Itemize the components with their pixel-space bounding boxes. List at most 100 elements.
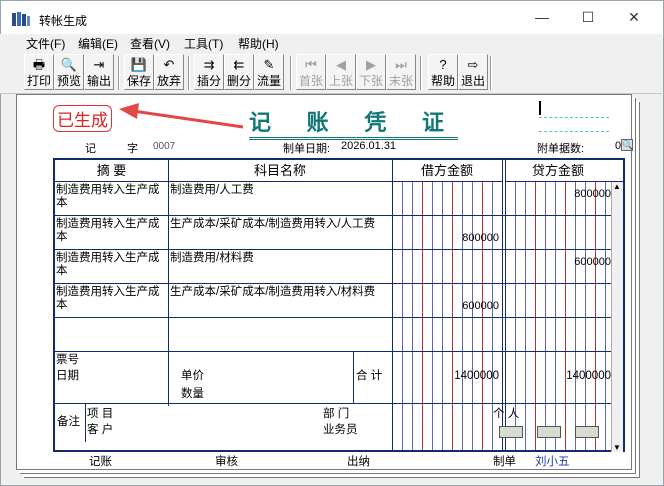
toolbar-button-3[interactable]: ⇥ 输出 <box>84 54 114 90</box>
voucher-type[interactable]: 记 <box>85 140 96 156</box>
header-debit: 借方金额 <box>392 160 502 182</box>
attach-label: 附单据数: <box>537 143 585 155</box>
remark-label: 备注 <box>57 416 80 428</box>
toolbar-label: 末张 <box>388 74 413 88</box>
scroll-down-icon[interactable]: ▼ <box>613 443 621 452</box>
toolbar-label: 放弃 <box>156 74 181 88</box>
total-label: 合 计 <box>356 370 383 382</box>
toolbar-button-2[interactable]: 🔍 预览 <box>54 54 84 90</box>
first-icon: ⏮ <box>305 57 317 72</box>
toolbar-button-1[interactable]: 🖶 打印 <box>24 54 54 90</box>
help-icon: ? <box>439 57 447 72</box>
toolbar-label: 插分 <box>196 74 221 88</box>
toolbar-button-6[interactable]: ⇉ 插分 <box>194 54 224 90</box>
summary-cell[interactable]: 制造费用转入生产成本 <box>56 252 166 278</box>
menu-help[interactable]: 帮助(H) <box>238 35 279 52</box>
save-icon: 💾 <box>130 57 148 72</box>
menu-file[interactable]: 文件(F) <box>26 35 65 52</box>
close-button[interactable]: ✕ <box>611 1 657 33</box>
toolbar-label: 删分 <box>226 74 251 88</box>
summary-cell[interactable]: 制造费用转入生产成本 <box>56 218 166 244</box>
toolbar-button-8[interactable]: ✎ 流量 <box>254 54 284 90</box>
entry-grid: 摘 要 科目名称 借方金额 贷方金额 制造费用转入生产成本 制造费用/人工费 800… <box>53 158 625 452</box>
grid-line <box>85 404 86 442</box>
generated-stamp: 已生成 <box>53 105 112 132</box>
menu-edit[interactable]: 编辑(E) <box>78 35 118 52</box>
toolbar-separator <box>420 56 422 90</box>
summary-cell[interactable]: 制造费用转入生产成本 <box>56 286 166 312</box>
card-icon[interactable] <box>537 426 561 438</box>
scroll-up-icon[interactable]: ▲ <box>613 182 621 191</box>
app-icon <box>12 12 30 26</box>
dashed-line <box>539 131 609 132</box>
maker-name: 刘小五 <box>535 456 570 468</box>
department-label: 部 门 <box>323 408 350 420</box>
table-row[interactable]: 制造费用转入生产成本 制造费用/材料费 600000 <box>55 250 611 284</box>
dashed-line <box>539 117 609 118</box>
menu-view[interactable]: 查看(V) <box>130 35 170 52</box>
next-icon: ▶ <box>366 57 376 72</box>
minimize-button[interactable]: — <box>519 1 565 33</box>
toolbar-button-7[interactable]: ⇇ 删分 <box>224 54 254 90</box>
toolbar-separator <box>290 56 292 90</box>
customer-label: 客 户 <box>87 424 114 436</box>
maker-label: 制单 <box>493 456 516 468</box>
toolbar-button-13[interactable]: ? 帮助 <box>428 54 458 90</box>
toolbar-button-12: ⏭ 末张 <box>386 54 416 90</box>
toolbar-separator <box>118 56 120 90</box>
toolbar-separator <box>490 56 492 90</box>
arrow-annotation <box>119 103 244 129</box>
quantity-label: 数量 <box>181 388 204 400</box>
credit-cell[interactable]: 800000 <box>507 188 611 200</box>
account-cell[interactable]: 生产成本/采矿成本/制造费用转入/人工费 <box>170 218 392 231</box>
grid-line <box>353 352 354 404</box>
insert-row-icon: ⇉ <box>203 57 215 72</box>
text-cursor <box>539 101 541 115</box>
table-row[interactable]: 制造费用转入生产成本 生产成本/采矿成本/制造费用转入/人工费 800000 <box>55 216 611 250</box>
project-label: 项 目 <box>87 408 114 420</box>
total-debit: 1400000 <box>454 370 499 382</box>
ticket-date-label: 日期 <box>56 370 79 382</box>
table-row-empty[interactable] <box>55 318 611 352</box>
totals-row: 票号 日期 单价 数量 合 计 1400000 1400000 <box>55 352 611 404</box>
toolbar-button-4[interactable]: 💾 保存 <box>124 54 154 90</box>
toolbar-button-5[interactable]: ↶ 放弃 <box>154 54 184 90</box>
maximize-button[interactable]: ☐ <box>565 1 611 33</box>
staff-label: 业务员 <box>323 424 358 436</box>
toolbar-button-11: ▶ 下张 <box>356 54 386 90</box>
account-cell[interactable]: 制造费用/材料费 <box>170 252 392 265</box>
summary-cell[interactable]: 制造费用转入生产成本 <box>56 184 166 210</box>
export-icon: ⇥ <box>93 57 105 72</box>
window-title: 转帐生成 <box>39 14 88 28</box>
toolbar-label: 退出 <box>460 74 485 88</box>
preview-icon: 🔍 <box>60 57 78 72</box>
voucher-type-suffix: 字 <box>127 143 138 155</box>
vertical-scrollbar[interactable]: ▲ ▼ <box>611 182 623 452</box>
header-corner <box>611 160 623 182</box>
voucher-paper: 已生成 记 账 凭 证 记 字 0007 制单日期: 2026.01.31 附单… <box>16 94 633 470</box>
debit-cell[interactable]: 600000 <box>395 300 499 312</box>
header-summary: 摘 要 <box>55 160 168 182</box>
date-value[interactable]: 2026.01.31 <box>341 140 396 152</box>
last-icon: ⏭ <box>395 57 407 72</box>
printer-icon: 🖶 <box>32 57 46 72</box>
debit-cell[interactable]: 800000 <box>395 232 499 244</box>
header-account: 科目名称 <box>168 160 392 182</box>
voucher-number[interactable]: 0007 <box>153 141 175 152</box>
ledger-icon[interactable] <box>499 426 523 438</box>
account-cell[interactable]: 制造费用/人工费 <box>170 184 392 197</box>
toolbar-label: 预览 <box>56 74 81 88</box>
table-row[interactable]: 制造费用转入生产成本 制造费用/人工费 800000 <box>55 182 611 216</box>
voucher-title: 记 账 凭 证 <box>249 105 458 140</box>
tool-icon[interactable] <box>575 426 599 438</box>
credit-cell[interactable]: 600000 <box>507 256 611 268</box>
account-cell[interactable]: 生产成本/采矿成本/制造费用转入/材料费 <box>170 286 392 299</box>
table-row[interactable]: 制造费用转入生产成本 生产成本/采矿成本/制造费用转入/材料费 600000 <box>55 284 611 318</box>
toolbar-label: 下张 <box>358 74 383 88</box>
toolbar-button-14[interactable]: ⇨ 退出 <box>458 54 488 90</box>
menu-tools[interactable]: 工具(T) <box>184 35 223 52</box>
toolbar-label: 帮助 <box>430 74 455 88</box>
exit-icon: ⇨ <box>467 57 479 72</box>
prev-icon: ◀ <box>336 57 346 72</box>
magnifier-icon[interactable]: 🔍 <box>621 139 633 151</box>
